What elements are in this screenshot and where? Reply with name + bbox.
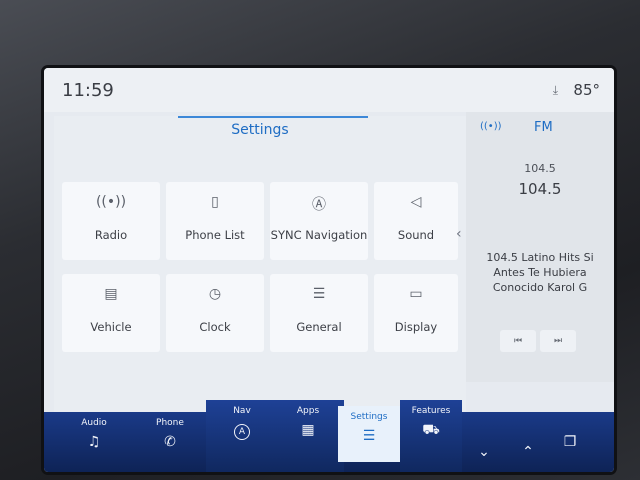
rds-text: 104.5 Latino Hits Si Antes Te Hubiera Co… [474,250,606,295]
chevron-down-icon[interactable]: ⌄ [464,444,504,460]
radio-icon: ((•)) [95,194,127,210]
navigation-icon: Ⓐ [312,197,326,213]
clock-icon: ◷ [208,286,222,302]
nav-label: Nav [233,406,251,416]
clock: 11:59 [62,80,114,101]
truck-icon: ⛟ [422,422,440,438]
radio-panel[interactable]: ((•)) FM 104.5 104.5 104.5 Latino Hits S… [466,112,614,382]
nav-audio[interactable]: Audio ♫ [58,412,130,472]
tile-sync-navigation[interactable]: Ⓐ SYNC Navigation [270,182,368,260]
nav-label: Apps [296,406,320,416]
status-bar: 11:59 ⤓ 85° [44,68,614,112]
frequency-current: 104.5 [518,180,562,198]
tile-vehicle[interactable]: ▤ Vehicle [62,274,160,352]
settings-sliders-icon: ☰ [362,428,376,444]
nav-phone[interactable]: Phone ✆ [134,412,206,472]
tile-label: General [296,320,342,334]
title-underline [178,116,368,118]
tile-label: Display [394,320,438,334]
tile-label: Sound [397,228,435,242]
copy-icon[interactable]: ❐ [550,434,590,450]
rds-line: 104.5 Latino Hits Si [486,251,594,264]
sliders-icon: ☰ [312,286,326,302]
tile-clock[interactable]: ◷ Clock [166,274,264,352]
tile-label: SYNC Navigation [270,228,368,242]
tile-phone-list[interactable]: ▯ Phone List [166,182,264,260]
phone-list-icon: ▯ [211,194,219,210]
band-label: FM [534,120,553,135]
temperature: 85° [573,81,600,99]
signal-icon: ⤓ [552,83,558,97]
nav-label: Phone [156,418,184,428]
nav-icon: A [206,422,278,440]
nav-features[interactable]: Features ⛟ [400,400,462,472]
seek-back-button[interactable]: ⏮ [500,330,536,352]
nav-settings[interactable]: Settings ☰ [338,406,400,462]
bottom-nav-bar: Audio ♫ Phone ✆ Nav A Apps ▦ Settings ☰ … [44,380,614,472]
tile-display[interactable]: ▭ Display [374,274,458,352]
seek-forward-button[interactable]: ⏭ [540,330,576,352]
display-icon: ▭ [409,286,423,302]
tile-label: Phone List [185,228,245,242]
nav-label: Settings [350,412,388,422]
settings-panel: Settings ((•)) Radio ▯ Phone List Ⓐ SYNC… [54,116,466,433]
tile-label: Radio [94,228,128,242]
tile-general[interactable]: ☰ General [270,274,368,352]
rds-line: Antes Te Hubiera [493,266,587,279]
frequency-preset: 104.5 [524,162,556,175]
nav-label: Audio [81,418,107,428]
tile-label: Vehicle [90,320,132,334]
settings-title: Settings [231,122,289,138]
phone-icon: ✆ [164,434,176,450]
nav-apps[interactable]: Apps ▦ [272,400,344,472]
tile-sound[interactable]: ◁ Sound [374,182,458,260]
tile-label: Clock [199,320,231,334]
tile-radio[interactable]: ((•)) Radio [62,182,160,260]
vehicle-icon: ▤ [104,286,118,302]
speaker-icon: ◁ [410,194,422,210]
apps-grid-icon: ▦ [301,422,315,438]
rds-line: Conocido Karol G [492,281,588,294]
chevron-up-icon[interactable]: ⌃ [508,444,548,460]
nav-label: Features [411,406,451,416]
antenna-icon: ((•)) [480,121,502,132]
infotainment-screen: 11:59 ⤓ 85° Settings ((•)) Radio ▯ Phone… [44,68,614,472]
nav-nav[interactable]: Nav A [206,400,278,472]
chevron-left-icon[interactable]: ‹ [456,226,462,242]
music-note-icon: ♫ [87,434,101,450]
